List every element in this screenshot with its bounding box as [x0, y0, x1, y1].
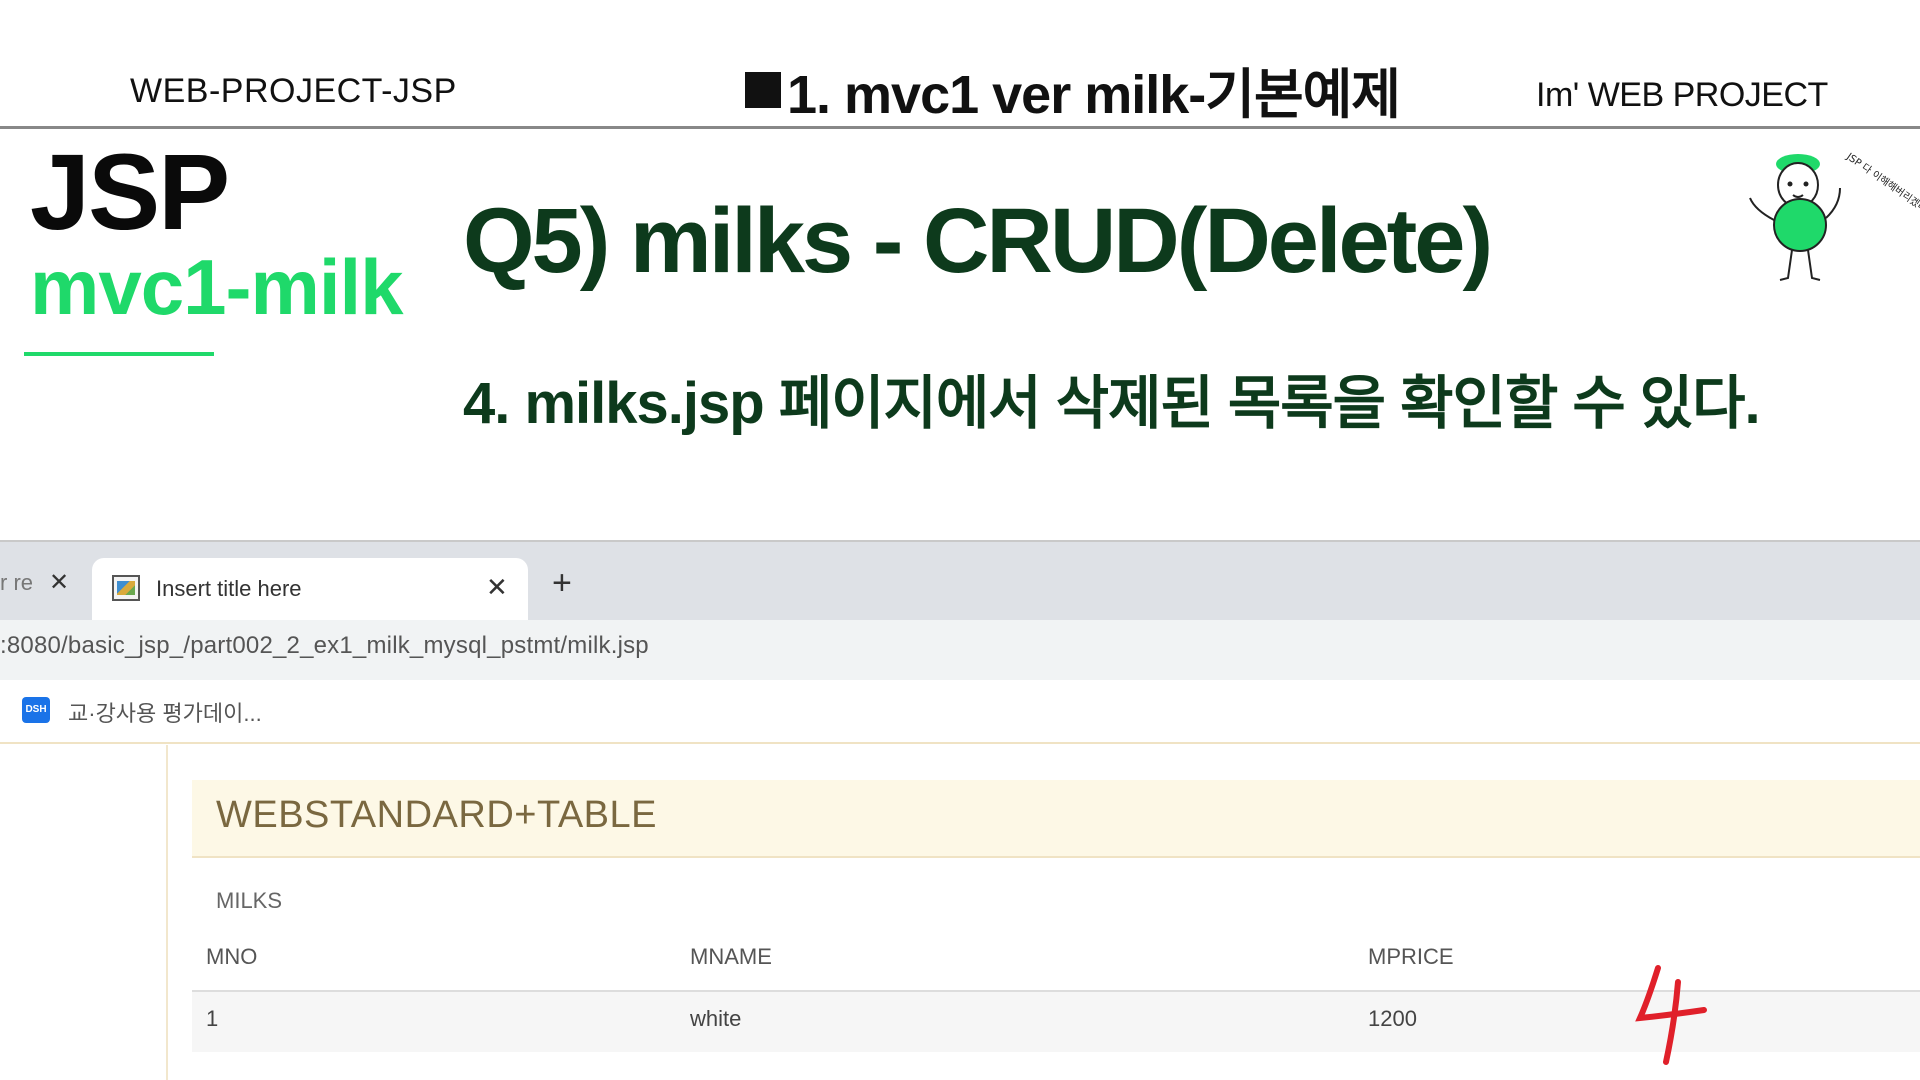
panel-title: WEBSTANDARD+TABLE	[216, 794, 658, 836]
browser-screenshot: r re ✕ Insert title here ✕ + :8080/basic…	[0, 540, 1920, 1080]
bookmark-icon[interactable]: DSH	[22, 697, 50, 723]
tab-active-close-icon[interactable]: ✕	[486, 572, 508, 603]
table-caption: MILKS	[216, 888, 283, 913]
address-bar-url[interactable]: :8080/basic_jsp_/part002_2_ex1_milk_mysq…	[0, 632, 649, 660]
header-divider	[0, 126, 1920, 129]
column-header-mno: MNO	[206, 944, 258, 969]
handwritten-4-annotation: 4	[1620, 960, 1707, 1065]
table-cell-mno: 1	[206, 1006, 219, 1031]
table-cell-mname: white	[690, 1006, 742, 1031]
brand-title: JSP	[30, 131, 230, 252]
brand-subtitle: mvc1-milk	[30, 243, 404, 331]
table-cell-mprice: 1200	[1368, 1006, 1417, 1031]
header-right-label: Im' WEB PROJECT	[1536, 76, 1828, 114]
brand-underline	[24, 352, 214, 356]
header-center-text: 1. mvc1 ver milk-기본예제	[787, 65, 1401, 125]
question-title: Q5) milks - CRUD(Delete)	[463, 190, 1493, 292]
page-favicon-icon	[112, 575, 140, 601]
bookmarks-bar	[0, 680, 1920, 744]
mascot-caption: JSP 다 이해해버리겠다~!	[1843, 149, 1920, 222]
square-bullet-icon	[745, 71, 781, 108]
header-center-title: 1. mvc1 ver milk-기본예제	[745, 50, 1401, 129]
question-subtitle: 4. milks.jsp 페이지에서 삭제된 목록을 확인할 수 있다.	[463, 371, 1761, 436]
tab-previous-close-icon[interactable]: ✕	[49, 568, 69, 597]
column-header-mname: MNAME	[690, 944, 772, 969]
tab-previous[interactable]: r re ✕	[0, 568, 69, 597]
content-border	[166, 745, 168, 1080]
new-tab-button[interactable]: +	[552, 566, 572, 600]
bookmark-label[interactable]: 교·강사용 평가데이...	[68, 696, 262, 728]
tab-previous-title: r re	[0, 569, 33, 595]
tab-active-title: Insert title here	[156, 576, 302, 601]
column-header-mprice: MPRICE	[1368, 944, 1454, 969]
handwritten-4-text: 4	[1620, 960, 1621, 961]
header-left-label: WEB-PROJECT-JSP	[130, 72, 457, 110]
tab-active[interactable]: Insert title here ✕	[92, 558, 528, 620]
mascot-character-icon: JSP 다 이해해버리겠다~!	[1749, 149, 1920, 281]
